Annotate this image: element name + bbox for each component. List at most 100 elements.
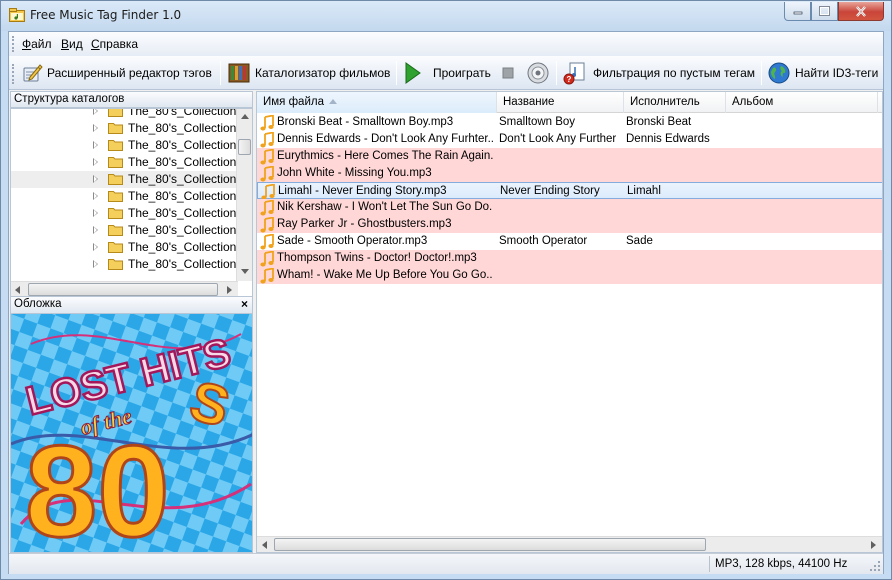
file-row[interactable]: Nik Kershaw - I Won't Let The Sun Go Do.… [257,199,882,216]
maximize-icon [819,6,830,16]
expand-arrow-icon[interactable] [93,192,98,200]
tree-vertical-scrollbar[interactable] [236,109,252,281]
tree-item[interactable]: The_80's_Collection_( [11,205,238,222]
column-filename[interactable]: Имя файла [257,92,497,113]
minimize-button[interactable] [784,2,811,21]
music-note-icon [259,216,275,233]
toolbar-separator [761,61,762,85]
list-hscroll-thumb[interactable] [274,538,706,551]
expand-arrow-icon[interactable] [93,175,98,183]
cover-header-label: Обложка [14,298,62,310]
file-row[interactable]: John White - Missing You.mp3 [257,165,882,182]
volume-button[interactable] [526,60,550,86]
maximize-button[interactable] [811,2,838,21]
tree-item-label: The_80's_Collection_( [128,138,238,152]
tree-hscroll-thumb[interactable] [28,283,218,296]
tree-item[interactable]: The_80's_Collection_( [11,222,238,239]
folder-icon [108,174,123,185]
column-artist-label: Исполнитель [630,96,700,108]
music-note-icon [259,165,275,182]
file-name-cell: Eurythmics - Here Comes The Rain Again..… [277,150,493,162]
menu-help-accel: С [91,37,100,51]
tree-header: Структура каталогов [10,91,253,108]
folder-icon [108,140,123,151]
folder-icon [108,191,123,202]
close-window-button[interactable] [838,2,884,21]
title-bar[interactable]: Free Music Tag Finder 1.0 [1,1,891,31]
play-label: Проиграть [433,66,491,80]
menu-help[interactable]: Справка [91,37,138,51]
tree-item[interactable]: The_80's_Collection_( [11,188,238,205]
resize-grip-icon[interactable] [869,560,881,572]
expand-arrow-icon[interactable] [93,226,98,234]
file-row[interactable]: Wham! - Wake Me Up Before You Go Go.... [257,267,882,284]
tree-item[interactable]: The_80's_Collection_( [11,120,238,137]
file-row[interactable]: Sade - Smooth Operator.mp3 Smooth Operato… [257,233,882,250]
music-note-icon [259,148,275,165]
file-list[interactable]: Имя файла Название Исполнитель Альбом Г … [256,91,883,553]
menu-file-label: айл [31,37,52,51]
title-cell: Never Ending Story [500,185,600,197]
tree-item[interactable]: The_80's_Collection_( [11,109,238,120]
toolbar-grip [12,64,15,84]
column-year[interactable]: Г [878,92,882,113]
music-note-icon [259,233,275,250]
file-row[interactable]: Thompson Twins - Doctor! Doctor!.mp3 [257,250,882,267]
expand-arrow-icon[interactable] [93,209,98,217]
file-row[interactable]: Dennis Edwards - Don't Look Any Furhter.… [257,131,882,148]
tree-item-label: The_80's_Collection_( [128,257,238,271]
tree-item[interactable]: The_80's_Collection_( [11,154,238,171]
list-horizontal-scrollbar[interactable] [257,536,882,552]
tree-horizontal-scrollbar[interactable] [11,281,238,296]
tree-item[interactable]: The_80's_Collection_( [11,239,238,256]
filter-empty-tags-button[interactable]: ? Фильтрация по пустым тегам [563,60,755,86]
scroll-up-icon[interactable] [241,114,249,119]
file-row[interactable]: Ray Parker Jr - Ghostbusters.mp3 [257,216,882,233]
scroll-down-icon[interactable] [241,269,249,274]
sort-ascending-icon [328,99,337,104]
scroll-right-icon[interactable] [227,286,232,294]
file-name-cell: Limahl - Never Ending Story.mp3 [278,185,447,197]
stop-button[interactable] [501,60,515,86]
expand-arrow-icon[interactable] [93,158,98,166]
advanced-editor-button[interactable]: Расширенный редактор тэгов [21,60,212,86]
folder-tree[interactable]: The_80's_Collection_( The_80's_Collectio… [10,108,253,297]
tree-item-label: The_80's_Collection_( [128,172,238,186]
scroll-left-icon[interactable] [15,286,20,294]
music-note-icon [259,267,275,284]
file-row[interactable]: Bronski Beat - Smalltown Boy.mp3 Smalltow… [257,114,882,131]
tree-scroll-thumb[interactable] [238,139,251,155]
expand-arrow-icon[interactable] [93,109,98,115]
cover-header: Обложка × [10,296,253,314]
column-title[interactable]: Название [497,92,624,113]
find-id3-button[interactable]: Найти ID3-теги [767,60,878,86]
movie-cataloger-button[interactable]: Каталогизатор фильмов [227,60,390,86]
menu-view[interactable]: Вид [61,37,83,51]
filter-tags-icon: ? [563,62,585,85]
menu-file[interactable]: Файл [22,37,52,51]
file-row-selected[interactable]: Limahl - Never Ending Story.mp3 Never End… [257,182,882,200]
expand-arrow-icon[interactable] [93,243,98,251]
play-button[interactable]: Проиграть [403,60,491,86]
toolbar-separator [396,61,397,85]
expand-arrow-icon[interactable] [93,124,98,132]
expand-arrow-icon[interactable] [93,141,98,149]
tree-item[interactable]: The_80's_Collection_( [11,137,238,154]
artist-cell: Limahl [627,185,661,197]
file-name-cell: Thompson Twins - Doctor! Doctor!.mp3 [277,252,477,264]
minimize-icon [793,11,802,15]
stop-icon [502,67,514,79]
app-window: Free Music Tag Finder 1.0 Файл Вид Справ… [0,0,892,580]
expand-arrow-icon[interactable] [93,260,98,268]
movie-cataloger-label: Каталогизатор фильмов [255,66,391,80]
scroll-right-icon[interactable] [871,541,876,549]
folder-icon [108,157,123,168]
column-artist[interactable]: Исполнитель [624,92,726,113]
advanced-editor-label: Расширенный редактор тэгов [47,66,212,80]
tree-item[interactable]: The_80's_Collection_( [11,256,238,273]
column-album[interactable]: Альбом [726,92,878,113]
file-row[interactable]: Eurythmics - Here Comes The Rain Again..… [257,148,882,165]
cover-close-button[interactable]: × [241,297,248,312]
scroll-left-icon[interactable] [262,541,267,549]
tree-item-selected[interactable]: The_80's_Collection_( [11,171,238,188]
